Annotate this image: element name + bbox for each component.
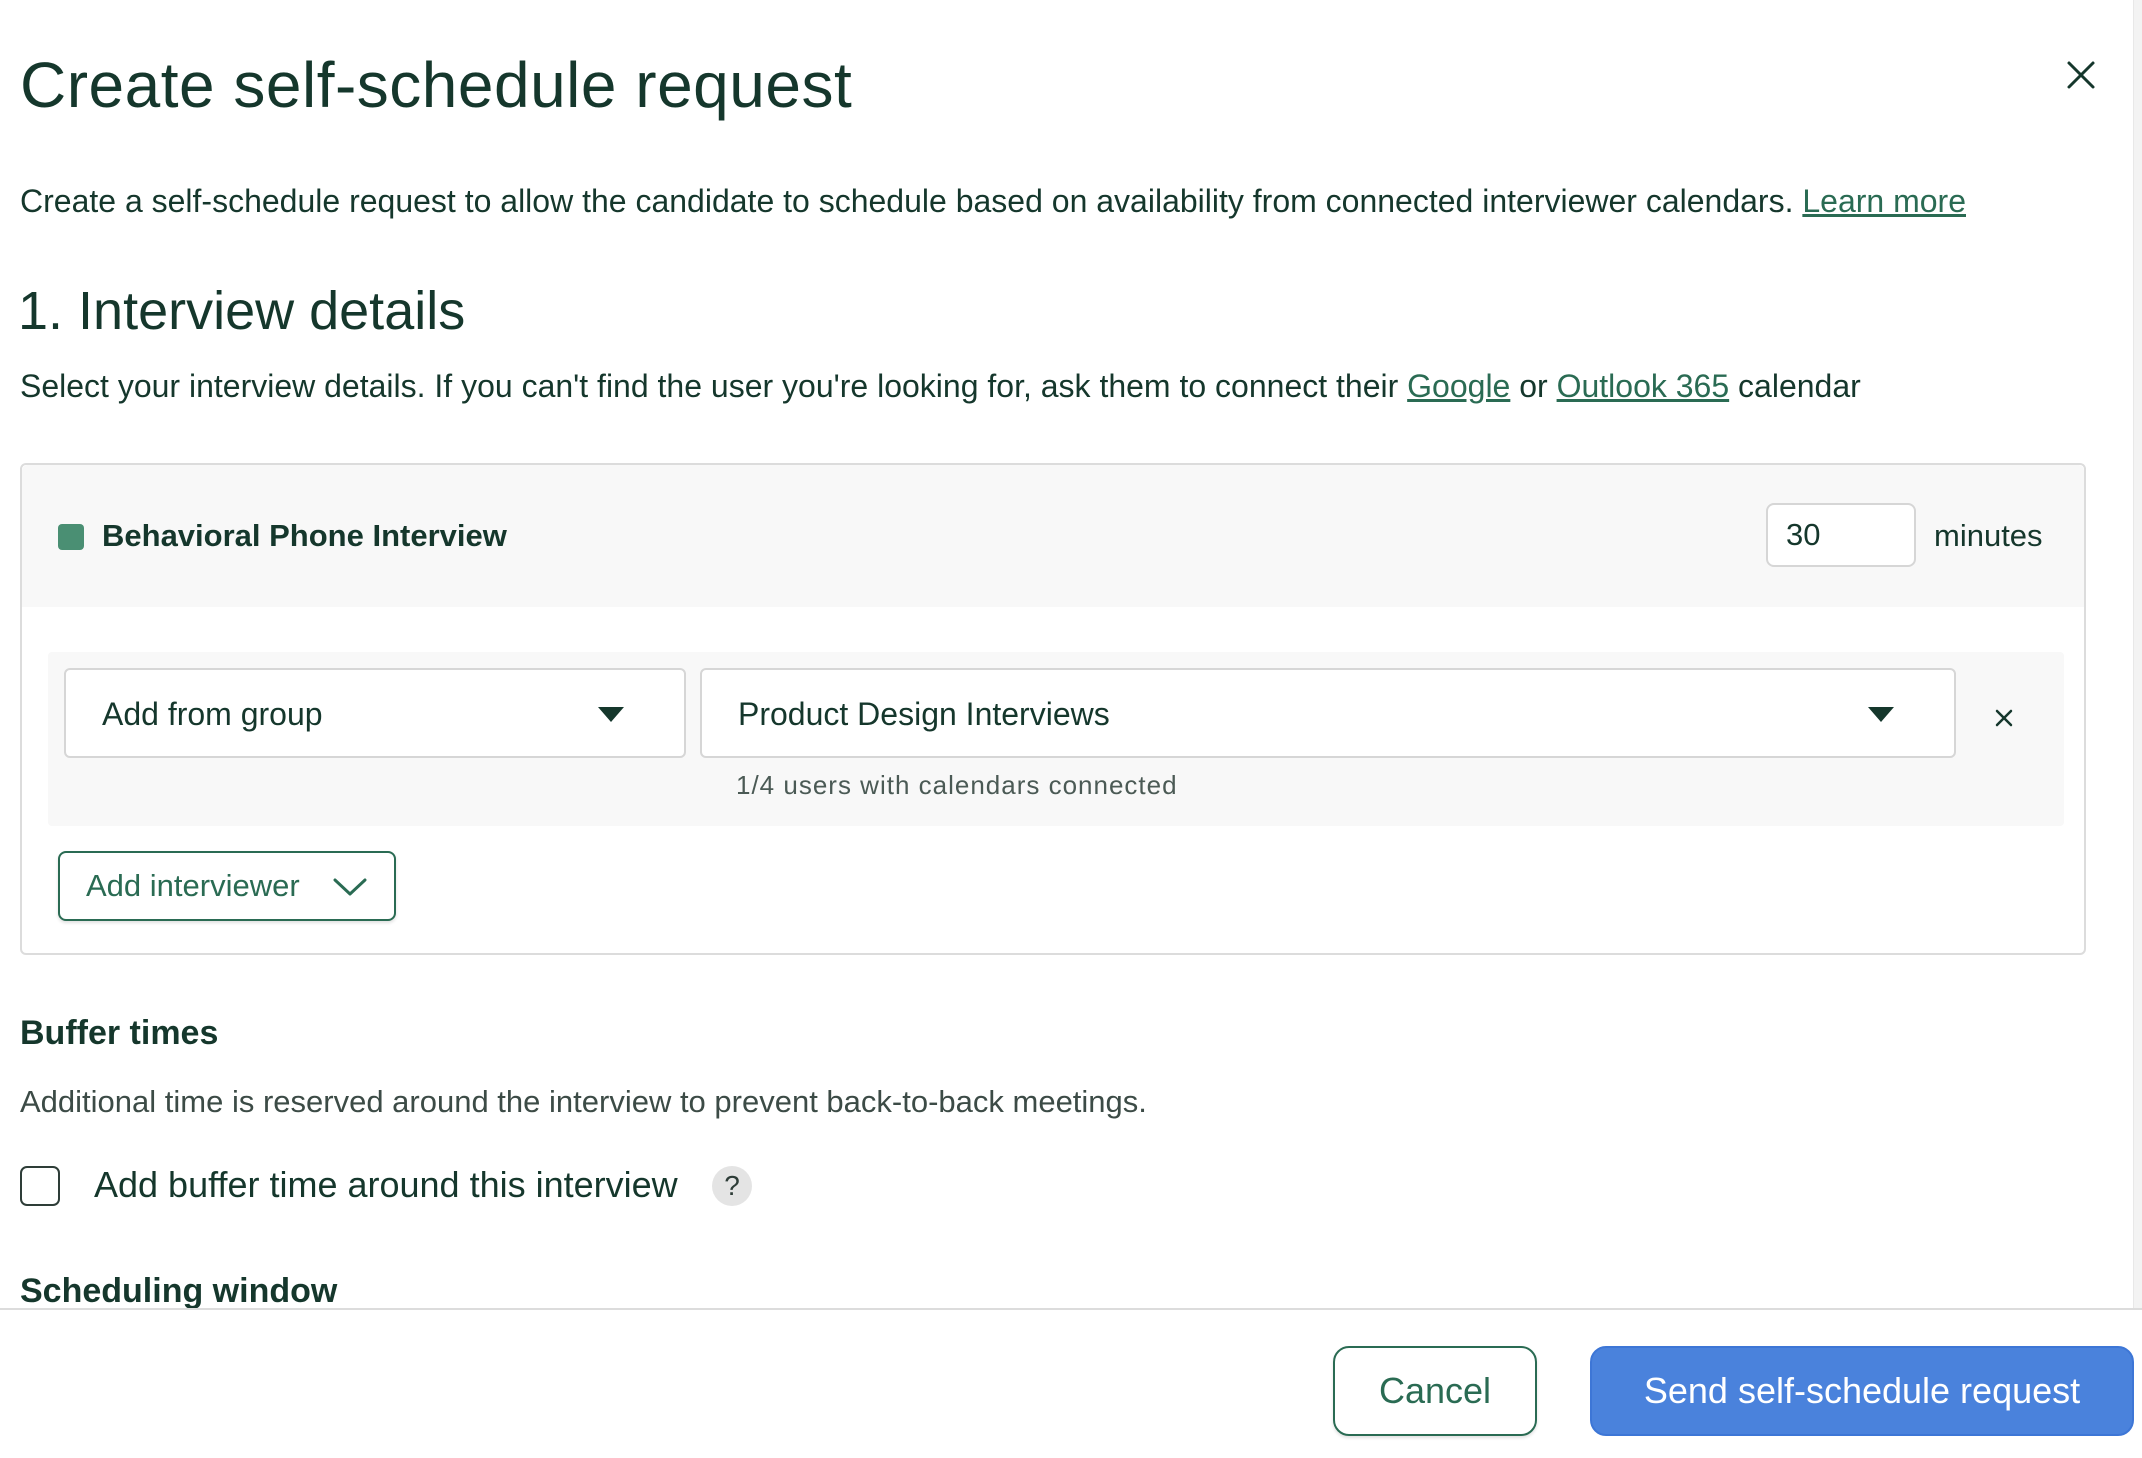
group-select-value: Product Design Interviews (738, 696, 1110, 732)
help-icon[interactable]: ? (712, 1166, 752, 1206)
dialog-footer: Cancel Send self-schedule request (0, 1308, 2142, 1458)
buffer-times-description: Additional time is reserved around the i… (20, 1084, 1147, 1119)
cancel-button[interactable]: Cancel (1333, 1346, 1537, 1436)
add-interviewer-button[interactable]: Add interviewer (58, 851, 396, 921)
interview-color-swatch (58, 524, 84, 550)
source-select-value: Add from group (102, 696, 323, 732)
scheduling-window-heading: Scheduling window (20, 1272, 338, 1308)
duration-input[interactable] (1766, 503, 1916, 567)
chevron-down-icon (333, 878, 367, 896)
caret-down-icon (598, 707, 624, 722)
buffer-time-checkbox[interactable] (20, 1166, 60, 1206)
scrollbar[interactable] (2133, 0, 2142, 1308)
outlook-link[interactable]: Outlook 365 (1557, 368, 1730, 404)
section-description-suffix: calendar (1738, 368, 1861, 404)
intro-text: Create a self-schedule request to allow … (20, 183, 1966, 220)
remove-row-button[interactable] (1984, 698, 2024, 738)
dialog-body: Create self-schedule request Create a se… (0, 0, 2142, 1308)
dialog-title: Create self-schedule request (20, 49, 853, 121)
group-select[interactable]: Product Design Interviews (700, 668, 1956, 758)
google-link[interactable]: Google (1407, 368, 1510, 404)
buffer-time-label[interactable]: Add buffer time around this interview (94, 1164, 678, 1206)
or-text: or (1519, 368, 1548, 404)
duration-unit: minutes (1934, 518, 2043, 553)
close-icon (2067, 61, 2095, 89)
section-heading-interview-details: 1. Interview details (18, 281, 466, 341)
calendar-helper-text: 1/4 users with calendars connected (736, 770, 1178, 800)
interviewer-row: Add from group Product Design Interviews… (48, 652, 2064, 826)
learn-more-link[interactable]: Learn more (1802, 183, 1966, 219)
source-select[interactable]: Add from group (64, 668, 686, 758)
section-description: Select your interview details. If you ca… (20, 368, 1861, 405)
interview-name: Behavioral Phone Interview (102, 518, 507, 553)
intro-description: Create a self-schedule request to allow … (20, 183, 1794, 219)
close-icon (1995, 709, 2013, 727)
interview-card-header: Behavioral Phone Interview minutes (22, 465, 2084, 607)
buffer-times-heading: Buffer times (20, 1014, 219, 1052)
add-interviewer-label: Add interviewer (86, 868, 300, 903)
close-button[interactable] (2056, 50, 2106, 100)
section-description-prefix: Select your interview details. If you ca… (20, 368, 1399, 404)
send-request-button[interactable]: Send self-schedule request (1590, 1346, 2134, 1436)
interview-card: Behavioral Phone Interview minutes Add f… (20, 463, 2086, 955)
caret-down-icon (1868, 707, 1894, 722)
